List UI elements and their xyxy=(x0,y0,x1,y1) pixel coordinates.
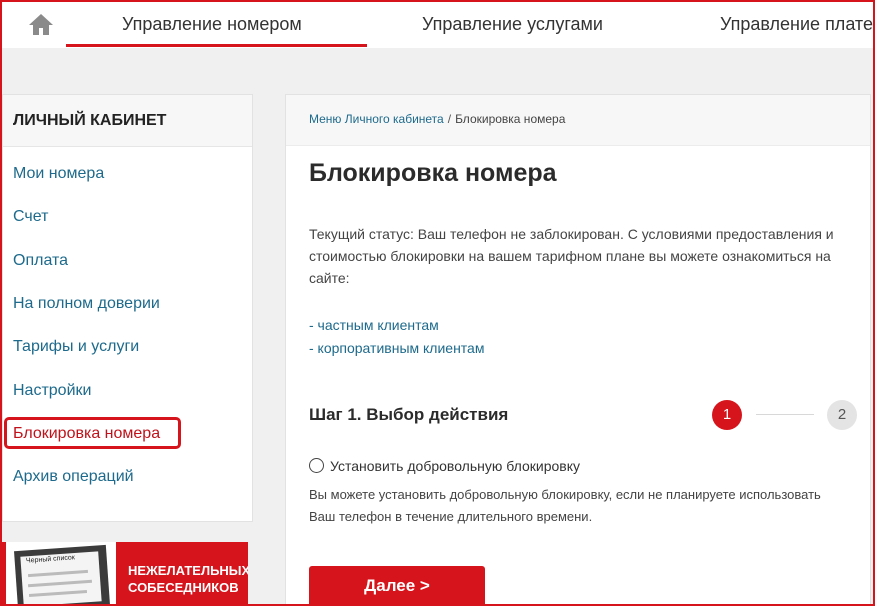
blacklist-banner[interactable]: Черный список НЕЖЕЛАТЕЛЬНЫХ СОБЕСЕДНИКОВ xyxy=(2,542,248,604)
sidebar-item-my-numbers[interactable]: Мои номера xyxy=(13,165,104,183)
description-line: Вы можете установить добровольную блокир… xyxy=(309,487,821,502)
sidebar-item-number-blocking[interactable]: Блокировка номера xyxy=(13,425,160,443)
breadcrumb-bar: Меню Личного кабинета / Блокировка номера xyxy=(286,95,870,146)
breadcrumb-link-cabinet-menu[interactable]: Меню Личного кабинета xyxy=(309,112,444,126)
link-private-clients[interactable]: - частным клиентам xyxy=(309,317,439,333)
banner-text: НЕЖЕЛАТЕЛЬНЫХ СОБЕСЕДНИКОВ xyxy=(128,562,248,596)
sidebar-item-account[interactable]: Счет xyxy=(13,208,48,226)
step-connector xyxy=(756,414,814,415)
banner-image: Черный список xyxy=(6,542,116,604)
page-title: Блокировка номера xyxy=(309,159,557,187)
next-button[interactable]: Далее > xyxy=(309,566,485,605)
description-line: Ваш телефон в течение длительного времен… xyxy=(309,509,593,524)
breadcrumb-separator: / xyxy=(447,112,452,126)
breadcrumb: Меню Личного кабинета / Блокировка номера xyxy=(309,112,565,126)
top-navigation: Управление номером Управление услугами У… xyxy=(2,2,873,48)
breadcrumb-current: Блокировка номера xyxy=(455,112,566,126)
header-spacer xyxy=(2,48,873,92)
step-indicator-current: 1 xyxy=(712,400,742,430)
banner-text-line: НЕЖЕЛАТЕЛЬНЫХ xyxy=(128,563,248,578)
radio-button[interactable] xyxy=(309,458,324,474)
sidebar-item-tariffs[interactable]: Тарифы и услуги xyxy=(13,338,139,356)
sidebar-item-full-trust[interactable]: На полном доверии xyxy=(13,295,160,313)
step-indicator-next: 2 xyxy=(827,400,857,430)
banner-text-line: СОБЕСЕДНИКОВ xyxy=(128,580,239,595)
tab-payments-management[interactable]: Управление плате xyxy=(720,14,873,35)
sidebar-item-operations-archive[interactable]: Архив операций xyxy=(13,468,134,486)
main-panel: Меню Личного кабинета / Блокировка номера … xyxy=(285,94,871,606)
radio-label: Установить добровольную блокировку xyxy=(330,457,580,474)
tab-number-management[interactable]: Управление номером xyxy=(122,14,302,35)
status-text: Текущий статус: Ваш телефон не заблокиро… xyxy=(309,226,834,286)
sidebar-item-settings[interactable]: Настройки xyxy=(13,382,91,400)
tab-services-management[interactable]: Управление услугами xyxy=(422,14,603,35)
option-description: Вы можете установить добровольную блокир… xyxy=(309,484,870,528)
sidebar-title: ЛИЧНЫЙ КАБИНЕТ xyxy=(3,95,252,147)
voluntary-block-option[interactable]: Установить добровольную блокировку xyxy=(309,457,580,475)
sidebar-item-payment[interactable]: Оплата xyxy=(13,252,68,270)
active-tab-indicator xyxy=(66,44,367,47)
link-corporate-clients[interactable]: - корпоративным клиентам xyxy=(309,340,484,356)
home-icon[interactable] xyxy=(28,12,54,36)
step-title: Шаг 1. Выбор действия xyxy=(309,405,509,424)
sidebar: ЛИЧНЫЙ КАБИНЕТ Мои номера Счет Оплата На… xyxy=(2,94,253,522)
